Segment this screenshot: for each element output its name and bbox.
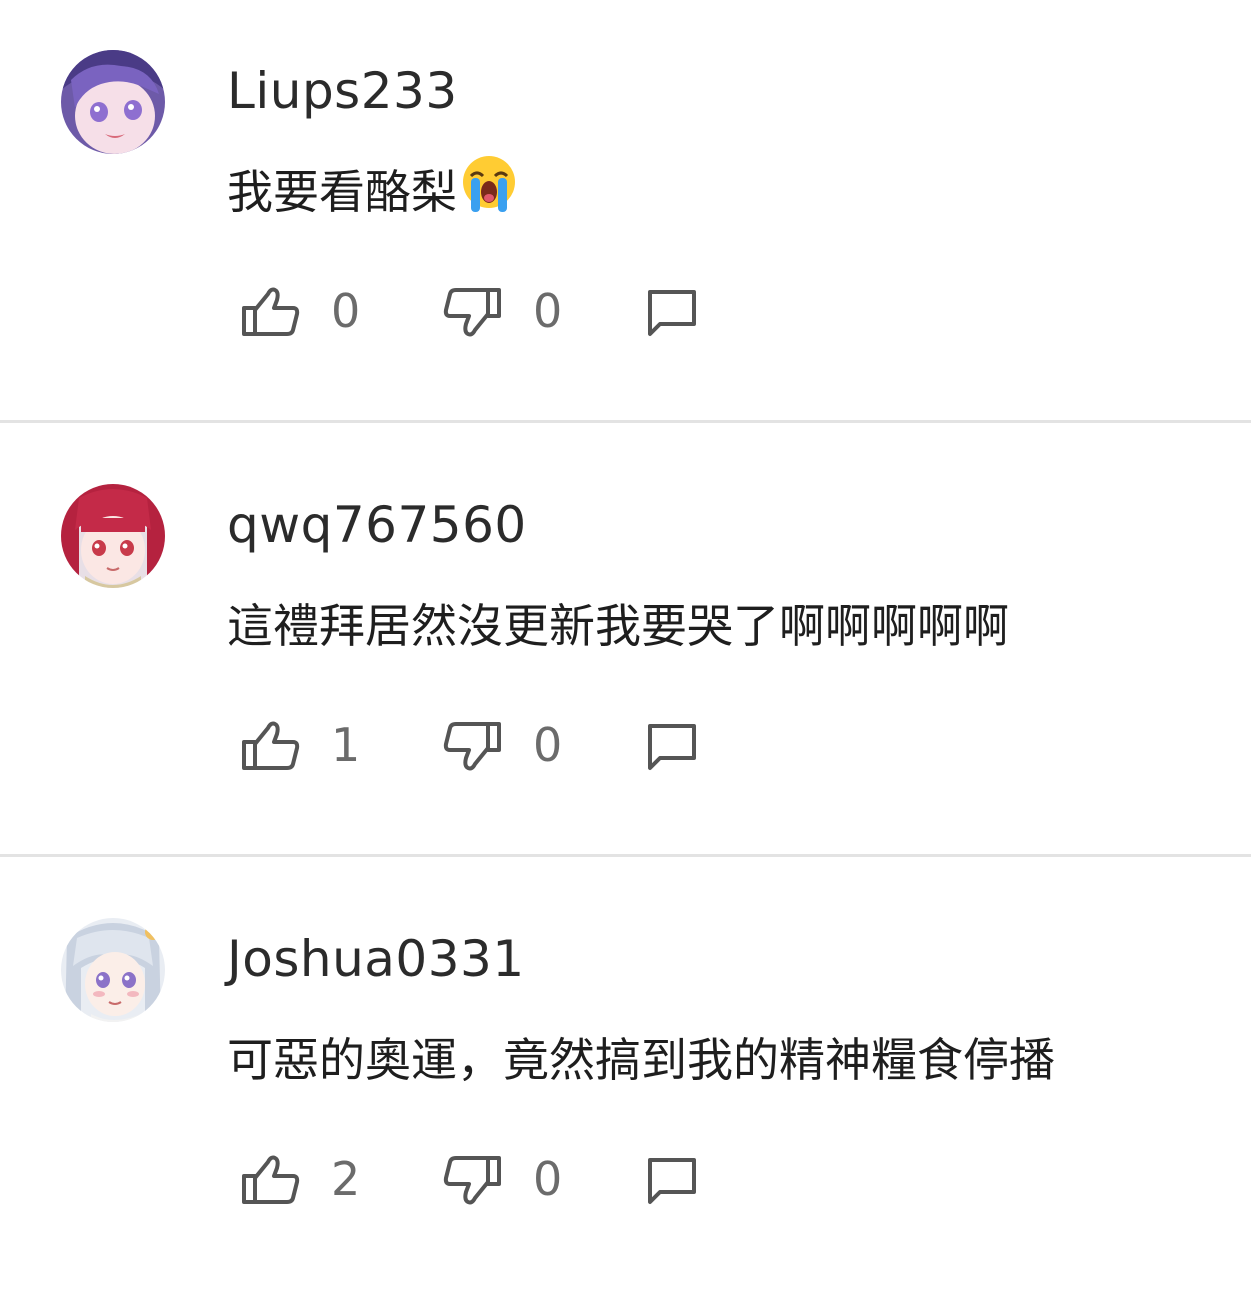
reply-icon[interactable] (640, 280, 704, 344)
comment-username[interactable]: Liups233 (227, 60, 458, 122)
comment-username[interactable]: Joshua0331 (227, 928, 525, 990)
comment-divider (0, 420, 1251, 423)
comment-text: 這禮拜居然沒更新我要哭了啊啊啊啊啊 (227, 594, 1009, 658)
dislike-count: 0 (533, 284, 563, 338)
thumbs-up-icon[interactable] (238, 1148, 302, 1212)
like-count: 0 (331, 284, 361, 338)
thumbs-up-icon[interactable] (238, 714, 302, 778)
avatar[interactable] (61, 918, 165, 1022)
comment-item: Joshua0331 可惡的奧運，竟然搞到我的精神糧食停播 2 0 (0, 868, 1251, 1290)
like-count: 2 (331, 1152, 361, 1206)
avatar[interactable] (61, 50, 165, 154)
thumbs-up-icon[interactable] (238, 280, 302, 344)
thumbs-down-icon[interactable] (441, 1148, 505, 1212)
comment-actions: 1 0 (0, 710, 1251, 780)
comment-text: 可惡的奧運，竟然搞到我的精神糧食停播 (227, 1028, 1055, 1092)
comment-text-body: 可惡的奧運，竟然搞到我的精神糧食停播 (227, 1033, 1055, 1087)
comment-item: Liups233 我要看酪梨 0 0 (0, 0, 1251, 422)
like-count: 1 (331, 718, 361, 772)
avatar[interactable] (61, 484, 165, 588)
comment-divider (0, 854, 1251, 857)
loudly-crying-face-icon (459, 154, 519, 230)
comment-text-body: 這禮拜居然沒更新我要哭了啊啊啊啊啊 (227, 599, 1009, 653)
comment-actions: 2 0 (0, 1144, 1251, 1214)
reply-icon[interactable] (640, 714, 704, 778)
dislike-count: 0 (533, 1152, 563, 1206)
comment-actions: 0 0 (0, 276, 1251, 346)
thumbs-down-icon[interactable] (441, 714, 505, 778)
comment-item: qwq767560 這禮拜居然沒更新我要哭了啊啊啊啊啊 1 0 (0, 434, 1251, 856)
thumbs-down-icon[interactable] (441, 280, 505, 344)
reply-icon[interactable] (640, 1148, 704, 1212)
dislike-count: 0 (533, 718, 563, 772)
comment-username[interactable]: qwq767560 (227, 494, 527, 556)
comment-text: 我要看酪梨 (227, 155, 519, 230)
comment-text-body: 我要看酪梨 (227, 165, 457, 219)
